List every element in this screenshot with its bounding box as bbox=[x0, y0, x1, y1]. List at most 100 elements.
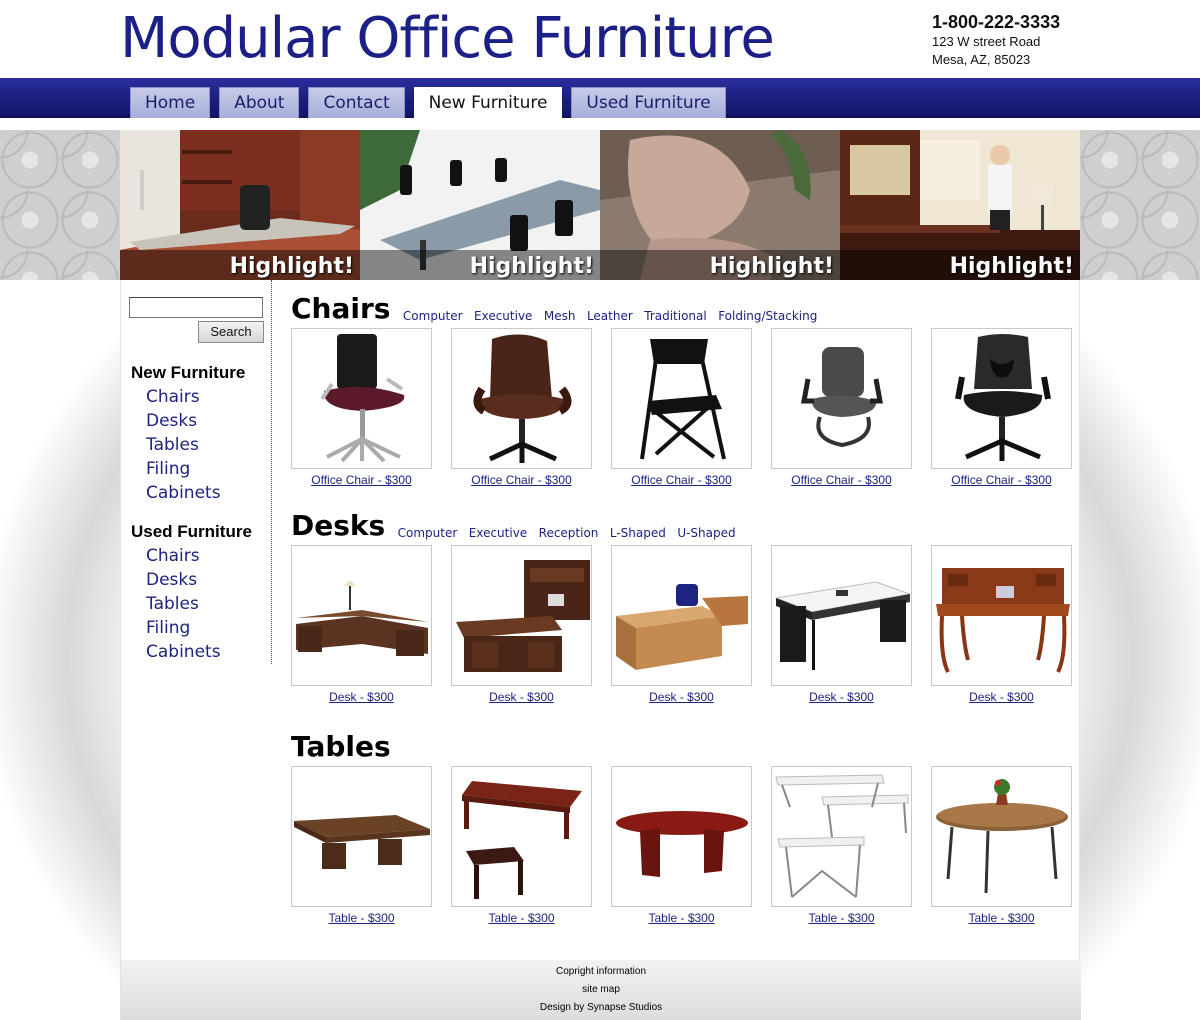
sidebar-item-new-chairs[interactable]: Chairs bbox=[146, 385, 245, 409]
product-thumbnail[interactable] bbox=[931, 766, 1072, 907]
product-card[interactable]: Desk - $300 bbox=[451, 545, 592, 704]
round-table-icon bbox=[936, 779, 1068, 894]
product-card[interactable]: Table - $300 bbox=[291, 766, 432, 925]
phone-number[interactable]: 1-800-222-3333 bbox=[932, 11, 1060, 33]
product-card[interactable]: Desk - $300 bbox=[771, 545, 912, 704]
copyright-link[interactable]: Copright information bbox=[121, 963, 1081, 981]
sidebar-item-used-chairs[interactable]: Chairs bbox=[146, 544, 252, 568]
product-link[interactable]: Office Chair - $300 bbox=[931, 473, 1072, 487]
product-thumbnail[interactable] bbox=[291, 328, 432, 469]
subcat-l-shaped[interactable]: L-Shaped bbox=[610, 526, 666, 540]
sidebar-item-used-cabinets[interactable]: Cabinets bbox=[146, 640, 252, 664]
product-link[interactable]: Table - $300 bbox=[291, 911, 432, 925]
subcategory-links: Computer Executive Mesh Leather Traditio… bbox=[403, 307, 824, 325]
product-link[interactable]: Table - $300 bbox=[451, 911, 592, 925]
guest-chair-icon bbox=[801, 347, 883, 448]
folding-table-icon bbox=[775, 774, 909, 898]
product-thumbnail[interactable] bbox=[451, 766, 592, 907]
subcat-folding-stacking[interactable]: Folding/Stacking bbox=[718, 309, 817, 323]
banner-panel-1[interactable]: Highlight! bbox=[120, 130, 360, 280]
executive-desk-icon bbox=[456, 560, 590, 672]
product-thumbnail[interactable] bbox=[451, 328, 592, 469]
product-thumbnail[interactable] bbox=[611, 766, 752, 907]
product-card[interactable]: Office Chair - $300 bbox=[771, 328, 912, 487]
tab-new-furniture[interactable]: New Furniture bbox=[413, 87, 563, 118]
tab-about[interactable]: About bbox=[219, 87, 300, 118]
tab-used-furniture[interactable]: Used Furniture bbox=[571, 87, 726, 118]
sidebar-heading-used: Used Furniture bbox=[131, 522, 252, 541]
product-card[interactable]: Table - $300 bbox=[771, 766, 912, 925]
product-thumbnail[interactable] bbox=[771, 328, 912, 469]
tab-home[interactable]: Home bbox=[130, 87, 211, 118]
banner-panel-2[interactable]: Highlight! bbox=[360, 130, 600, 280]
sidebar-item-new-cabinets[interactable]: Cabinets bbox=[146, 481, 245, 505]
product-link[interactable]: Office Chair - $300 bbox=[771, 473, 912, 487]
product-card[interactable]: Office Chair - $300 bbox=[451, 328, 592, 487]
product-link[interactable]: Desk - $300 bbox=[291, 690, 432, 704]
product-thumbnail[interactable] bbox=[611, 545, 752, 686]
subcat-executive[interactable]: Executive bbox=[474, 309, 532, 323]
subcat-traditional[interactable]: Traditional bbox=[644, 309, 706, 323]
tab-contact[interactable]: Contact bbox=[308, 87, 405, 118]
product-card[interactable]: Desk - $300 bbox=[931, 545, 1072, 704]
product-card[interactable]: Office Chair - $300 bbox=[611, 328, 752, 487]
product-link[interactable]: Table - $300 bbox=[611, 911, 752, 925]
product-link[interactable]: Desk - $300 bbox=[611, 690, 752, 704]
writing-desk-icon bbox=[936, 568, 1070, 673]
main-nav: Home About Contact New Furniture Used Fu… bbox=[0, 78, 1200, 118]
banner-highlight-2: Highlight! bbox=[469, 254, 594, 279]
product-link[interactable]: Desk - $300 bbox=[771, 690, 912, 704]
steel-desk-icon bbox=[774, 581, 911, 670]
address-line-1: 123 W street Road bbox=[932, 34, 1041, 49]
oval-table-icon bbox=[616, 811, 748, 877]
product-thumbnail[interactable] bbox=[931, 545, 1072, 686]
banner-panel-3[interactable]: Highlight! bbox=[600, 130, 840, 280]
product-thumbnail[interactable] bbox=[771, 545, 912, 686]
search-input[interactable] bbox=[129, 297, 263, 318]
product-thumbnail[interactable] bbox=[291, 545, 432, 686]
site-logo[interactable]: Modular Office Furniture bbox=[120, 6, 775, 71]
product-link[interactable]: Desk - $300 bbox=[451, 690, 592, 704]
sidebar-item-used-filing[interactable]: Filing bbox=[146, 616, 252, 640]
product-card[interactable]: Office Chair - $300 bbox=[931, 328, 1072, 487]
banner-panel-4[interactable]: Highlight! bbox=[840, 130, 1080, 280]
sidebar-item-new-filing[interactable]: Filing bbox=[146, 457, 245, 481]
product-card[interactable]: Desk - $300 bbox=[291, 545, 432, 704]
product-card[interactable]: Office Chair - $300 bbox=[291, 328, 432, 487]
sidebar-item-used-tables[interactable]: Tables bbox=[146, 592, 252, 616]
subcat-reception[interactable]: Reception bbox=[539, 526, 599, 540]
product-link[interactable]: Office Chair - $300 bbox=[291, 473, 432, 487]
product-link[interactable]: Office Chair - $300 bbox=[611, 473, 752, 487]
product-thumbnail[interactable] bbox=[611, 328, 752, 469]
product-link[interactable]: Table - $300 bbox=[931, 911, 1072, 925]
product-card[interactable]: Table - $300 bbox=[611, 766, 752, 925]
sidebar-item-new-desks[interactable]: Desks bbox=[146, 409, 245, 433]
section-desks: Desks Computer Executive Reception L-Sha… bbox=[291, 509, 1081, 705]
site-map-link[interactable]: site map bbox=[121, 981, 1081, 999]
product-card[interactable]: Desk - $300 bbox=[611, 545, 752, 704]
section-header: Desks Computer Executive Reception L-Sha… bbox=[291, 509, 1081, 543]
subcat-computer[interactable]: Computer bbox=[398, 526, 458, 540]
product-card[interactable]: Table - $300 bbox=[931, 766, 1072, 925]
subcat-mesh[interactable]: Mesh bbox=[544, 309, 576, 323]
subcat-leather[interactable]: Leather bbox=[587, 309, 633, 323]
product-thumbnail[interactable] bbox=[931, 328, 1072, 469]
product-link[interactable]: Table - $300 bbox=[771, 911, 912, 925]
section-header: Tables bbox=[291, 730, 1081, 764]
product-link[interactable]: Desk - $300 bbox=[931, 690, 1072, 704]
sidebar-item-new-tables[interactable]: Tables bbox=[146, 433, 245, 457]
contact-info: 1-800-222-3333 123 W street Road Mesa, A… bbox=[932, 11, 1060, 69]
product-thumbnail[interactable] bbox=[291, 766, 432, 907]
sidebar-item-used-desks[interactable]: Desks bbox=[146, 568, 252, 592]
banner-highlight-4: Highlight! bbox=[949, 254, 1074, 279]
subcat-computer[interactable]: Computer bbox=[403, 309, 463, 323]
design-credit[interactable]: Design by Synapse Studios bbox=[121, 999, 1081, 1017]
sidebar-used-furniture: Used Furniture Chairs Desks Tables Filin… bbox=[131, 520, 252, 664]
product-thumbnail[interactable] bbox=[771, 766, 912, 907]
subcat-u-shaped[interactable]: U-Shaped bbox=[677, 526, 735, 540]
subcat-executive[interactable]: Executive bbox=[469, 526, 527, 540]
product-card[interactable]: Table - $300 bbox=[451, 766, 592, 925]
product-link[interactable]: Office Chair - $300 bbox=[451, 473, 592, 487]
product-thumbnail[interactable] bbox=[451, 545, 592, 686]
search-button[interactable]: Search bbox=[198, 321, 264, 343]
